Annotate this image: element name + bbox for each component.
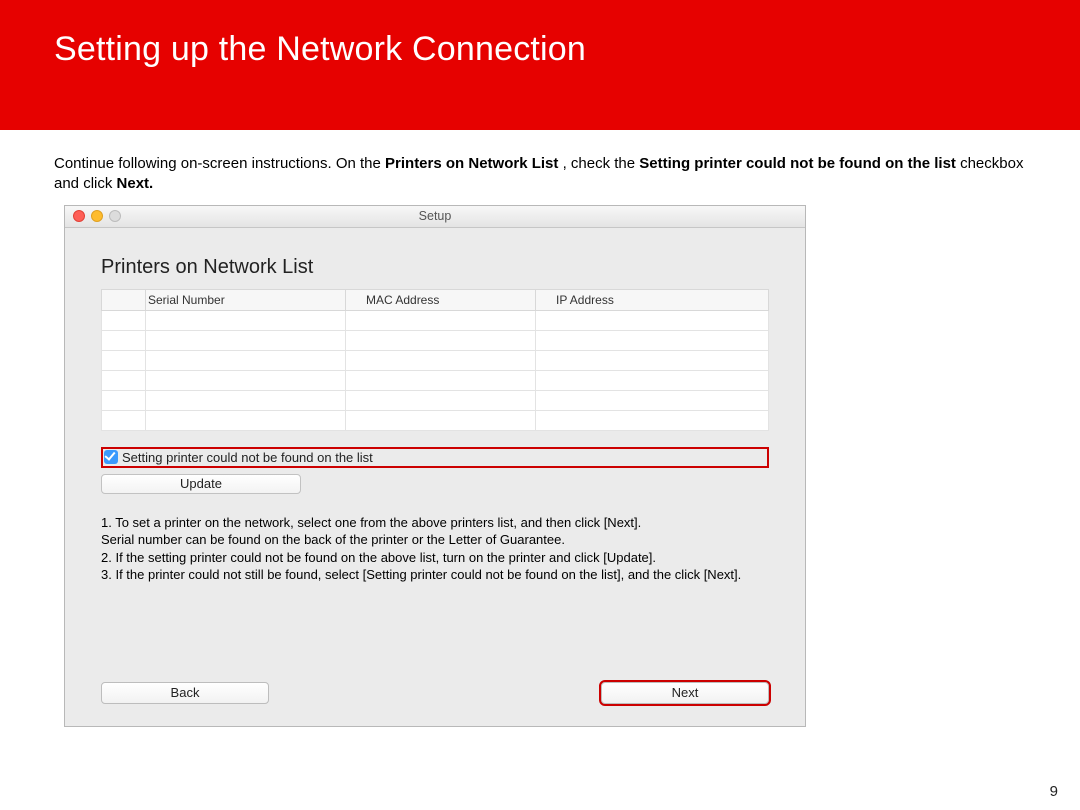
- nav-row: Back Next: [101, 682, 769, 710]
- minimize-icon[interactable]: [91, 210, 103, 222]
- table-row[interactable]: [102, 370, 769, 390]
- next-button[interactable]: Next: [601, 682, 769, 704]
- window-title: Setup: [419, 209, 452, 223]
- table-row[interactable]: [102, 410, 769, 430]
- table-header-ip: IP Address: [536, 289, 769, 310]
- panel-heading: Printers on Network List: [101, 256, 769, 279]
- table-header-serial: Serial Number: [146, 289, 346, 310]
- not-found-checkbox-label: Setting printer could not be found on th…: [122, 450, 373, 465]
- table-row[interactable]: [102, 330, 769, 350]
- window-titlebar: Setup: [65, 206, 805, 228]
- table-header-row: Serial Number MAC Address IP Address: [102, 289, 769, 310]
- update-button[interactable]: Update: [101, 474, 301, 494]
- table-row[interactable]: [102, 350, 769, 370]
- not-found-checkbox-row[interactable]: Setting printer could not be found on th…: [101, 447, 769, 468]
- slide-title-banner: Setting up the Network Connection: [0, 0, 1080, 130]
- checkbox-checked-icon[interactable]: [104, 450, 118, 464]
- zoom-icon: [109, 210, 121, 222]
- page-number: 9: [1050, 783, 1058, 800]
- instruction-text: Continue following on-screen instruction…: [54, 154, 1026, 195]
- setup-window: Setup Printers on Network List Serial Nu…: [64, 205, 806, 727]
- table-row[interactable]: [102, 390, 769, 410]
- back-button[interactable]: Back: [101, 682, 269, 704]
- table-header-mac: MAC Address: [346, 289, 536, 310]
- table-row[interactable]: [102, 310, 769, 330]
- slide-title: Setting up the Network Connection: [54, 30, 1080, 69]
- help-text: 1. To set a printer on the network, sele…: [101, 514, 769, 584]
- window-body: Printers on Network List Serial Number M…: [65, 228, 805, 726]
- close-icon[interactable]: [73, 210, 85, 222]
- window-controls: [73, 210, 121, 222]
- printers-table: Serial Number MAC Address IP Address: [101, 289, 769, 431]
- table-header-blank: [102, 289, 146, 310]
